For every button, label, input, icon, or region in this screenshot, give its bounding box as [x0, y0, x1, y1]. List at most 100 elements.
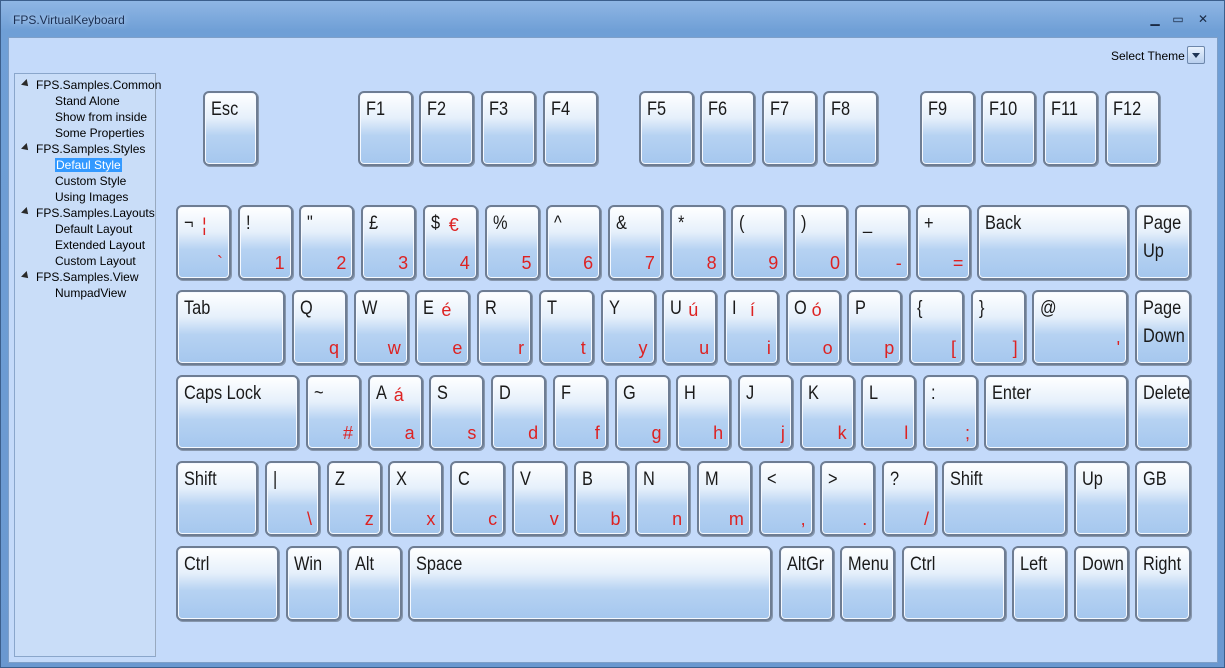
tree-item-10[interactable]: Extended Layout	[55, 237, 145, 253]
tree-item-13[interactable]: NumpadView	[55, 285, 126, 301]
key-right[interactable]: Right	[1135, 546, 1191, 621]
key-y[interactable]: Yy	[600, 290, 656, 365]
key-left[interactable]: Left	[1012, 546, 1067, 621]
key-f2[interactable]: F2	[419, 91, 474, 166]
key-z[interactable]: Zz	[326, 461, 382, 536]
key-f1[interactable]: F1	[358, 91, 413, 166]
key-shift[interactable]: Shift	[176, 461, 258, 536]
key-sym5[interactable]: % 5	[484, 205, 540, 280]
sample-tree[interactable]: FPS.Samples.Common Stand Alone Show from i…	[14, 73, 161, 657]
key-capslock[interactable]: Caps Lock	[176, 375, 299, 450]
key-f11[interactable]: F11	[1043, 91, 1098, 166]
key-sym11[interactable]: ? /	[882, 461, 937, 536]
tree-item-3[interactable]: Some Properties	[55, 125, 144, 141]
key-sym4[interactable]: $ €4	[422, 205, 478, 280]
select-theme-dropdown[interactable]	[1187, 46, 1205, 64]
key-h[interactable]: Hh	[676, 375, 732, 450]
key-sym0[interactable]: ¬ ¦ `	[176, 205, 231, 280]
key-f10[interactable]: F10	[981, 91, 1036, 166]
key-up[interactable]: Up	[1074, 461, 1129, 536]
expanded-triangle-icon[interactable]	[21, 207, 31, 217]
key-d[interactable]: Dd	[491, 375, 547, 450]
tree-item-9[interactable]: Default Layout	[55, 221, 132, 237]
key-sym11[interactable]: {[	[909, 290, 964, 365]
key-sym9[interactable]: (9	[731, 205, 787, 280]
key-tab[interactable]: Tab	[176, 290, 285, 365]
key-f[interactable]: Ff	[552, 375, 608, 450]
key-a[interactable]: Aáa	[367, 375, 423, 450]
key-k[interactable]: Kk	[799, 375, 855, 450]
key-r[interactable]: Rr	[477, 290, 533, 365]
key-sym11[interactable]: :;	[923, 375, 978, 450]
tree-item-5[interactable]: Defaul Style	[55, 157, 122, 173]
expanded-triangle-icon[interactable]	[21, 143, 31, 153]
tree-item-2[interactable]: Show from inside	[55, 109, 147, 125]
key-g[interactable]: Gg	[614, 375, 670, 450]
key-enter[interactable]: Enter	[984, 375, 1128, 450]
key-sym12[interactable]: + =	[916, 205, 972, 280]
key-sym1[interactable]: ! 1	[237, 205, 293, 280]
key-win[interactable]: Win	[286, 546, 341, 621]
key-f4[interactable]: F4	[543, 91, 598, 166]
key-f7[interactable]: F7	[762, 91, 817, 166]
key-esc[interactable]: Esc	[203, 91, 258, 166]
tree-group-12[interactable]: FPS.Samples.View	[21, 269, 139, 285]
key-sym8[interactable]: * 8	[669, 205, 725, 280]
key-q[interactable]: Qq	[292, 290, 347, 365]
key-p[interactable]: Pp	[847, 290, 903, 365]
maximize-button[interactable]: ▭	[1168, 12, 1188, 28]
key-page[interactable]: Page Up	[1135, 205, 1191, 280]
minimize-button[interactable]: ▁	[1145, 12, 1165, 28]
key-sym10[interactable]: ) 0	[793, 205, 848, 280]
tree-item-11[interactable]: Custom Layout	[55, 253, 136, 269]
key-down[interactable]: Down	[1074, 546, 1129, 621]
tree-group-8[interactable]: FPS.Samples.Layouts	[21, 205, 155, 221]
key-f3[interactable]: F3	[481, 91, 536, 166]
key-sym9[interactable]: <,	[758, 461, 814, 536]
close-button[interactable]: ✕	[1193, 12, 1213, 28]
key-sym1[interactable]: | \	[265, 461, 320, 536]
key-menu[interactable]: Menu	[840, 546, 895, 621]
tree-item-6[interactable]: Custom Style	[55, 173, 126, 189]
key-f12[interactable]: F12	[1105, 91, 1160, 166]
key-sym10[interactable]: >.	[820, 461, 876, 536]
key-delete[interactable]: Delete	[1135, 375, 1191, 450]
key-l[interactable]: Ll	[861, 375, 917, 450]
title-bar[interactable]: FPS.VirtualKeyboard ▁ ▭ ✕	[1, 1, 1224, 35]
key-sym6[interactable]: ^ 6	[546, 205, 602, 280]
key-s[interactable]: Ss	[429, 375, 485, 450]
tree-group-4[interactable]: FPS.Samples.Styles	[21, 141, 145, 157]
key-t[interactable]: Tt	[538, 290, 594, 365]
key-e[interactable]: Eée	[415, 290, 471, 365]
key-i[interactable]: Iíi	[723, 290, 779, 365]
key-space[interactable]: Space	[408, 546, 772, 621]
expanded-triangle-icon[interactable]	[21, 79, 31, 89]
key-sym3[interactable]: £3	[361, 205, 417, 280]
key-f8[interactable]: F8	[823, 91, 878, 166]
tree-group-0[interactable]: FPS.Samples.Common	[21, 77, 161, 93]
key-f6[interactable]: F6	[700, 91, 755, 166]
key-alt[interactable]: Alt	[347, 546, 402, 621]
key-ctrl[interactable]: Ctrl	[902, 546, 1006, 621]
key-j[interactable]: Jj	[737, 375, 793, 450]
key-altgr[interactable]: AltGr	[779, 546, 834, 621]
tree-item-1[interactable]: Stand Alone	[55, 93, 120, 109]
expanded-triangle-icon[interactable]	[21, 271, 31, 281]
key-back[interactable]: Back	[977, 205, 1129, 280]
key-ctrl[interactable]: Ctrl	[176, 546, 279, 621]
key-v[interactable]: Vv	[511, 461, 567, 536]
key-o[interactable]: Oóo	[785, 290, 841, 365]
key-sym12[interactable]: }]	[970, 290, 1026, 365]
key-gb[interactable]: GB	[1135, 461, 1191, 536]
key-sym13[interactable]: @ '	[1032, 290, 1128, 365]
key-f5[interactable]: F5	[639, 91, 694, 166]
key-f9[interactable]: F9	[920, 91, 975, 166]
key-n[interactable]: Nn	[635, 461, 691, 536]
key-c[interactable]: Cc	[450, 461, 506, 536]
key-shift[interactable]: Shift	[942, 461, 1067, 536]
key-sym1[interactable]: ~ #	[306, 375, 361, 450]
key-sym2[interactable]: " 2	[299, 205, 355, 280]
key-page[interactable]: Page Down	[1135, 290, 1191, 365]
key-u[interactable]: Uúu	[662, 290, 718, 365]
key-m[interactable]: Mm	[696, 461, 752, 536]
